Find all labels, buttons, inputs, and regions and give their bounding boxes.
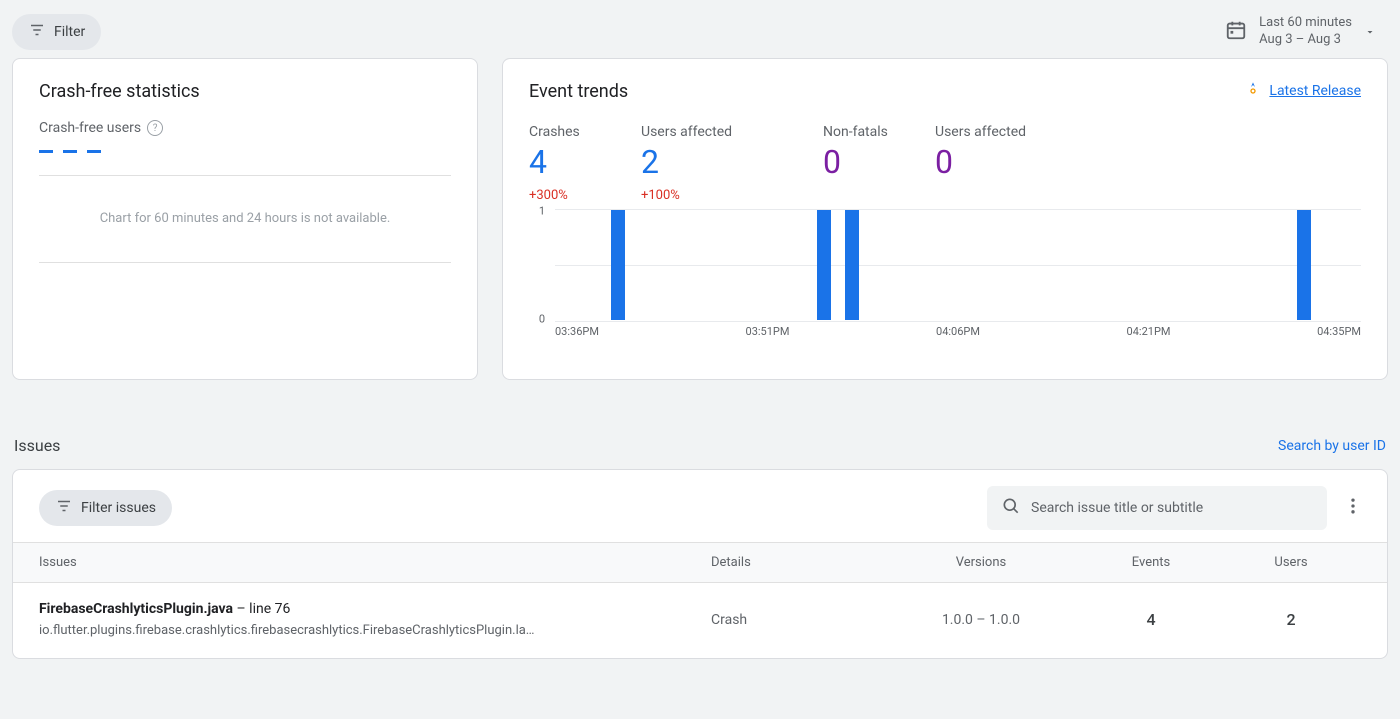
metric-crashes: Crashes 4 +300%: [529, 124, 609, 203]
help-icon[interactable]: ?: [147, 120, 163, 136]
filter-issues-label: Filter issues: [81, 500, 156, 516]
chart-unavailable-text: Chart for 60 minutes and 24 hours is not…: [39, 180, 451, 258]
col-header-events: Events: [1081, 555, 1221, 570]
crash-free-card: Crash-free statistics Crash-free users ?…: [12, 58, 478, 380]
issue-users: 2: [1221, 610, 1361, 629]
overflow-menu-button[interactable]: [1339, 492, 1367, 524]
crash-free-users-label: Crash-free users ?: [39, 120, 451, 136]
chart-x-axis: 03:36PM 03:51PM 04:06PM 04:21PM 04:35PM: [555, 325, 1361, 338]
crash-free-value-placeholder: [39, 150, 451, 171]
crash-free-title: Crash-free statistics: [39, 81, 451, 102]
chevron-down-icon: [1364, 23, 1376, 42]
search-icon: [1001, 496, 1021, 520]
search-by-user-link[interactable]: Search by user ID: [1278, 438, 1386, 454]
filter-icon: [55, 497, 73, 519]
filter-chip[interactable]: Filter: [12, 14, 101, 50]
issue-row[interactable]: FirebaseCrashlyticsPlugin.java – line 76…: [13, 583, 1387, 658]
date-range-picker[interactable]: Last 60 minutes Aug 3 – Aug 3: [1225, 15, 1388, 49]
divider: [39, 175, 451, 176]
issues-heading: Issues: [14, 436, 60, 455]
issue-events: 4: [1081, 610, 1221, 629]
metric-users-affected-nonfatals: Users affected 0: [935, 124, 1085, 203]
filter-icon: [28, 21, 46, 43]
col-header-versions: Versions: [881, 555, 1081, 570]
issue-title: FirebaseCrashlyticsPlugin.java – line 76: [39, 601, 711, 617]
latest-release-link[interactable]: Latest Release: [1245, 81, 1361, 101]
issue-versions: 1.0.0 – 1.0.0: [881, 612, 1081, 628]
event-trends-card: Event trends Latest Release Crashes 4 +3…: [502, 58, 1388, 380]
chart-plot-area: [555, 209, 1361, 321]
chart-bar: [1297, 210, 1311, 320]
issues-table-header: Issues Details Versions Events Users: [13, 542, 1387, 583]
release-icon: [1245, 81, 1261, 101]
event-trends-title: Event trends: [529, 81, 628, 102]
chart-bar: [817, 210, 831, 320]
col-header-issues: Issues: [39, 555, 711, 570]
filter-issues-chip[interactable]: Filter issues: [39, 490, 172, 526]
search-issues-box[interactable]: [987, 486, 1327, 530]
col-header-details: Details: [711, 555, 881, 570]
date-range-text: Last 60 minutes Aug 3 – Aug 3: [1259, 15, 1352, 49]
search-issues-input[interactable]: [1031, 500, 1313, 516]
calendar-icon: [1225, 19, 1247, 45]
filter-label: Filter: [54, 24, 85, 40]
metric-users-affected-crashes: Users affected 2 +100%: [641, 124, 791, 203]
metric-nonfatals: Non-fatals 0: [823, 124, 903, 203]
chart-bar: [845, 210, 859, 320]
event-trends-chart: 1 0 03:36PM 03:51PM 04:06PM 04:21PM 04:3…: [529, 209, 1361, 345]
metrics-row: Crashes 4 +300% Users affected 2 +100% N…: [529, 124, 1361, 203]
chart-bar: [611, 210, 625, 320]
issue-subtitle: io.flutter.plugins.firebase.crashlytics.…: [39, 623, 599, 638]
issues-card: Filter issues Issues Details Versions Ev…: [12, 469, 1388, 659]
col-header-users: Users: [1221, 555, 1361, 570]
divider: [39, 262, 451, 263]
issue-details: Crash: [711, 612, 881, 628]
